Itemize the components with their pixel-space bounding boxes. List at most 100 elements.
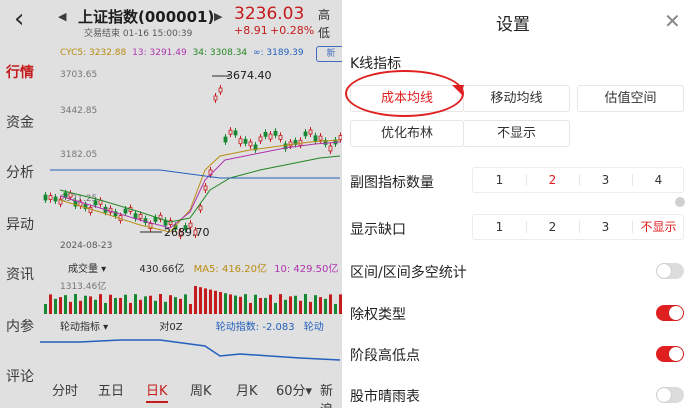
toggle-barometer-switch[interactable]: [656, 387, 684, 403]
toggle-range-switch[interactable]: [656, 263, 684, 279]
indicator-select[interactable]: 轮动指标 ▾: [60, 322, 108, 333]
volume-bar: [289, 296, 292, 314]
volume-bar: [309, 301, 312, 314]
prev-stock-icon[interactable]: ◀: [58, 10, 66, 23]
candle: [213, 95, 218, 101]
gap-3[interactable]: 3: [579, 215, 632, 239]
high-label: 高: [318, 8, 331, 22]
candle: [43, 194, 48, 201]
tab-fenshi[interactable]: 分时: [52, 380, 78, 399]
low-annotation: 2689.70: [164, 226, 210, 239]
kline-option-valuation[interactable]: 估值空间: [577, 85, 684, 112]
volume-bar: [129, 302, 132, 314]
tab-yuek[interactable]: 月K: [236, 380, 258, 399]
volume-ma10: 10: 429.50亿: [274, 264, 339, 275]
kline-option-label: 估值空间: [604, 91, 657, 106]
volume-bar: [179, 298, 182, 314]
volume-select[interactable]: 成交量 ▾: [68, 264, 106, 275]
close-icon[interactable]: ✕: [664, 9, 681, 33]
candle: [318, 135, 323, 141]
tab-wuri[interactable]: 五日: [98, 380, 124, 399]
settings-panel: 设置 ✕ K线指标 成本均线 移动均线 估值空间 优化布林 不显示 副图指标数量…: [342, 0, 690, 408]
sidebar-item-pinglun[interactable]: 评论: [0, 366, 40, 386]
candle: [218, 87, 223, 93]
stock-chart-view: ‹ ◀ 上证指数(000001) ▶ 交易结束 01-16 15:00:39 3…: [0, 0, 342, 408]
back-button[interactable]: ‹: [14, 6, 24, 32]
sub-count-2[interactable]: 2: [526, 168, 579, 192]
sub-count-4[interactable]: 4: [632, 168, 685, 192]
volume-bar: [269, 294, 272, 314]
tab-rik[interactable]: 日K: [146, 380, 168, 403]
indicator-value: 轮动指数: -2.083: [215, 322, 295, 333]
gap-title: 显示缺口: [350, 222, 406, 238]
volume-bar: [64, 295, 67, 314]
kline-option-moving-ma[interactable]: 移动均线: [463, 85, 570, 112]
volume-bar: [334, 303, 337, 314]
ma-cyc5: CYC5: 3232.88: [60, 48, 127, 58]
volume-bar: [109, 294, 112, 314]
ma-line-13: [59, 141, 341, 229]
tab-zhouk[interactable]: 周K: [190, 380, 212, 399]
sidebar-item-yidong[interactable]: 异动: [0, 214, 40, 234]
sidebar-item-zijin[interactable]: 资金: [0, 112, 40, 132]
sidebar-item-fenxi[interactable]: 分析: [0, 162, 40, 182]
candle: [243, 138, 248, 144]
next-stock-icon[interactable]: ▶: [214, 10, 222, 23]
toggle-exright-switch[interactable]: [656, 305, 684, 321]
volume-ma5: MA5: 416.20亿: [193, 264, 267, 275]
gap-hide[interactable]: 不显示: [632, 215, 685, 239]
scroll-indicator[interactable]: [675, 197, 685, 207]
sub-count-segment: 1 2 3 4: [472, 167, 684, 193]
sidebar-item-zixun[interactable]: 资讯: [0, 264, 40, 284]
volume-bar: [254, 294, 257, 314]
volume-bar: [304, 294, 307, 314]
candle: [303, 131, 308, 137]
volume-bar: [149, 295, 152, 314]
volume-bar: [184, 294, 187, 314]
volume-bar: [219, 292, 222, 314]
sub-count-1[interactable]: 1: [473, 168, 526, 192]
candle: [93, 200, 98, 206]
sidebar-item-neican[interactable]: 内参: [0, 316, 40, 336]
candle: [198, 205, 203, 211]
volume-bar: [74, 294, 77, 314]
tab-xinlang[interactable]: 新浪: [320, 380, 342, 408]
candle: [168, 220, 173, 225]
candle: [328, 145, 333, 152]
volume-bar: [274, 302, 277, 314]
indicator-extra: 轮动: [303, 322, 324, 333]
candle: [63, 192, 68, 198]
candle: [48, 195, 53, 200]
gap-2[interactable]: 2: [526, 215, 579, 239]
toggle-label-barometer: 股市晴雨表: [350, 389, 420, 405]
volume-bar: [134, 294, 137, 314]
gap-1[interactable]: 1: [473, 215, 526, 239]
ma-legend: CYC5: 3232.88 13: 3291.49 34: 3308.34 ∞:…: [60, 48, 307, 58]
volume-bar: [319, 297, 322, 314]
period-tabs: 分时 五日 日K 周K 月K 60分▾ 新浪: [40, 380, 342, 408]
candle: [53, 196, 58, 202]
toggle-label-hilo: 阶段高低点: [350, 348, 420, 364]
volume-bar: [329, 294, 332, 314]
volume-bar: [324, 298, 327, 314]
stock-header: ‹ ◀ 上证指数(000001) ▶ 交易结束 01-16 15:00:39 3…: [0, 0, 342, 40]
sidebar-item-hangqing[interactable]: 行情: [0, 62, 40, 82]
sub-count-3[interactable]: 3: [579, 168, 632, 192]
volume-bar: [224, 293, 227, 314]
volume-bar: [314, 295, 317, 314]
volume-bar: [294, 295, 297, 314]
indicator-legend: 轮动指标 ▾ 对0Z 轮动指数: -2.083 轮动: [60, 318, 342, 333]
stock-change: +8.91: [234, 24, 268, 37]
high-annotation: 3674.40: [226, 69, 272, 82]
toggle-label-exright: 除权类型: [350, 307, 406, 323]
kline-option-hide[interactable]: 不显示: [463, 120, 570, 147]
volume-bar: [144, 296, 147, 314]
volume-bar: [44, 304, 47, 314]
tab-60fen[interactable]: 60分▾: [276, 380, 312, 399]
volume-bar: [159, 294, 162, 314]
volume-legend: 成交量 ▾ 430.66亿 MA5: 416.20亿 10: 429.50亿: [60, 260, 342, 275]
volume-bar: [199, 287, 202, 314]
kline-option-bollinger[interactable]: 优化布林: [350, 120, 464, 147]
toggle-hilo-switch[interactable]: [656, 346, 684, 362]
volume-bar: [229, 294, 232, 314]
